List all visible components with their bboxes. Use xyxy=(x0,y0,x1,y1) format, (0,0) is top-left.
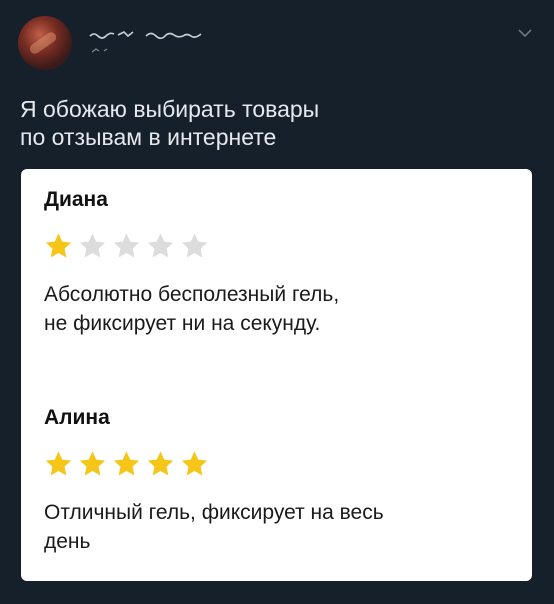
star-empty-icon xyxy=(113,233,140,258)
reviewer-name: Алина xyxy=(44,406,110,429)
review-text-line-2: день xyxy=(44,530,91,553)
star-rating xyxy=(44,449,209,478)
tweet-text-line-2: по отзывам в интернете xyxy=(20,124,277,150)
review-text: Абсолютно бесполезный гель, не фиксирует… xyxy=(44,280,339,338)
star-empty-icon xyxy=(147,233,174,258)
review-text-line-1: Отличный гель, фиксирует на весь xyxy=(44,501,384,524)
star-filled-icon xyxy=(147,451,174,476)
review-text-line-2: не фиксирует ни на секунду. xyxy=(44,312,321,335)
tweet-text-line-1: Я обожаю выбирать товары xyxy=(20,96,320,122)
star-filled-icon xyxy=(45,451,72,476)
star-empty-icon xyxy=(181,233,208,258)
review-text: Отличный гель, фиксирует на весь день xyxy=(44,498,384,556)
chevron-down-icon[interactable] xyxy=(518,28,532,38)
tweet-text: Я обожаю выбирать товары по отзывам в ин… xyxy=(20,95,520,151)
star-filled-icon xyxy=(45,233,72,258)
star-rating xyxy=(44,231,209,260)
review-text-line-1: Абсолютно бесполезный гель, xyxy=(44,283,340,306)
tweet-image-reviews[interactable]: Диана Абсолютно бесполезный гель, не фик… xyxy=(21,169,532,581)
redacted-username-scribble xyxy=(89,31,202,53)
star-filled-icon xyxy=(113,451,140,476)
star-filled-icon xyxy=(181,451,208,476)
reviewer-name: Диана xyxy=(44,188,108,211)
avatar[interactable] xyxy=(18,16,72,70)
star-filled-icon xyxy=(79,451,106,476)
star-empty-icon xyxy=(79,233,106,258)
